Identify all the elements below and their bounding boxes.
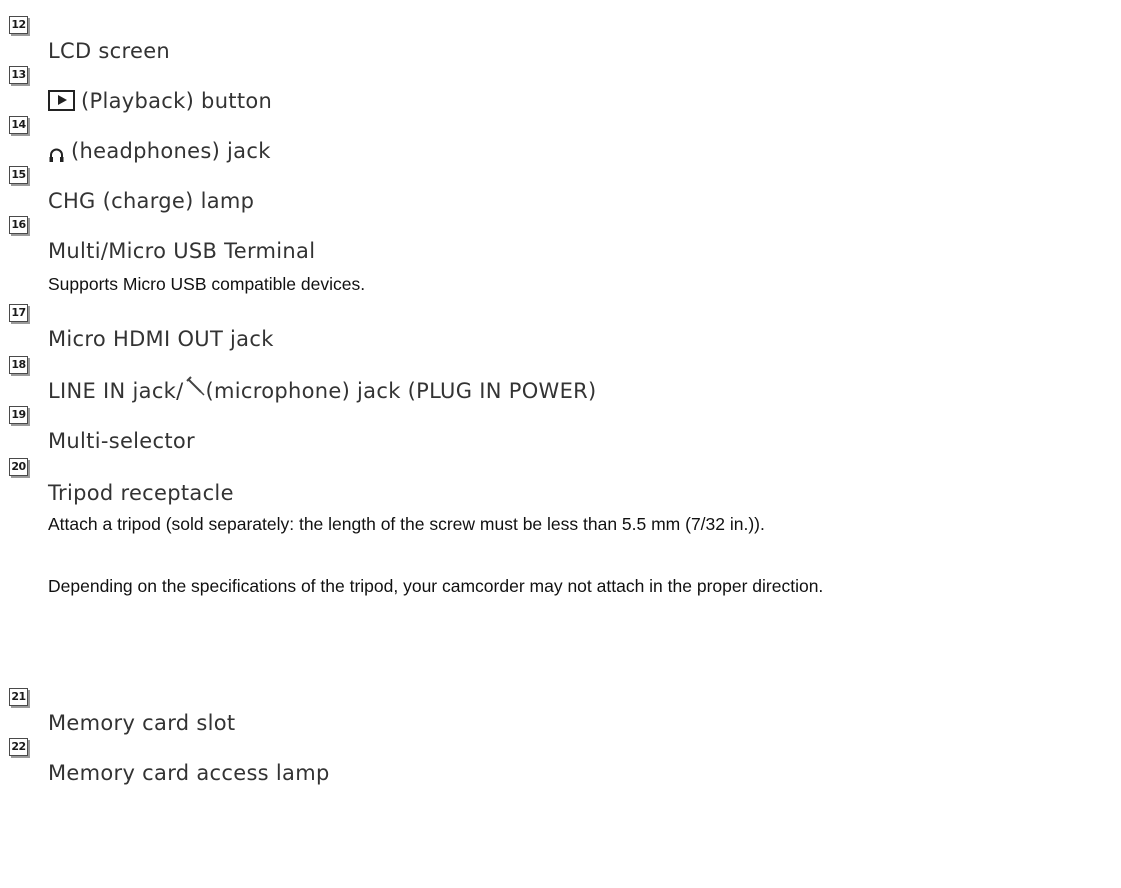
item-number-badge: 14 bbox=[9, 116, 28, 134]
item-title-part: (microphone) jack (PLUG IN POWER) bbox=[205, 379, 597, 403]
item-number-badge: 17 bbox=[9, 304, 28, 322]
item-title-part: LINE IN jack/ bbox=[48, 379, 184, 403]
item-title: (Playback) button bbox=[81, 89, 273, 113]
item-number-badge: 15 bbox=[9, 166, 28, 184]
item-title-row: (headphones) jack bbox=[48, 138, 271, 164]
item-description: Depending on the specifications of the t… bbox=[48, 576, 824, 596]
item-title-row: LINE IN jack/ (microphone) jack (PLUG IN… bbox=[48, 376, 597, 404]
microphone-icon bbox=[185, 376, 205, 396]
playback-icon bbox=[48, 89, 75, 111]
item-title: (headphones) jack bbox=[71, 139, 271, 163]
item-number-badge: 21 bbox=[9, 688, 28, 706]
item-number-badge: 19 bbox=[9, 406, 28, 424]
item-title: Tripod receptacle bbox=[48, 481, 234, 505]
item-number-badge: 20 bbox=[9, 458, 28, 476]
item-title: CHG (charge) lamp bbox=[48, 189, 255, 213]
item-description: Supports Micro USB compatible devices. bbox=[48, 274, 366, 294]
item-number-badge: 18 bbox=[9, 356, 28, 374]
item-title: Memory card slot bbox=[48, 711, 236, 735]
item-number-badge: 12 bbox=[9, 16, 28, 34]
item-number-badge: 13 bbox=[9, 66, 28, 84]
item-number-badge: 22 bbox=[9, 738, 28, 756]
item-title: Micro HDMI OUT jack bbox=[48, 327, 274, 351]
item-title-row: (Playback) button bbox=[48, 88, 272, 114]
item-title: Multi/Micro USB Terminal bbox=[48, 239, 316, 263]
item-title: Multi-selector bbox=[48, 429, 195, 453]
headphones-icon bbox=[49, 148, 64, 162]
item-title: LCD screen bbox=[48, 39, 171, 63]
item-description: Attach a tripod (sold separately: the le… bbox=[48, 514, 765, 534]
item-title: Memory card access lamp bbox=[48, 761, 330, 785]
item-number-badge: 16 bbox=[9, 216, 28, 234]
